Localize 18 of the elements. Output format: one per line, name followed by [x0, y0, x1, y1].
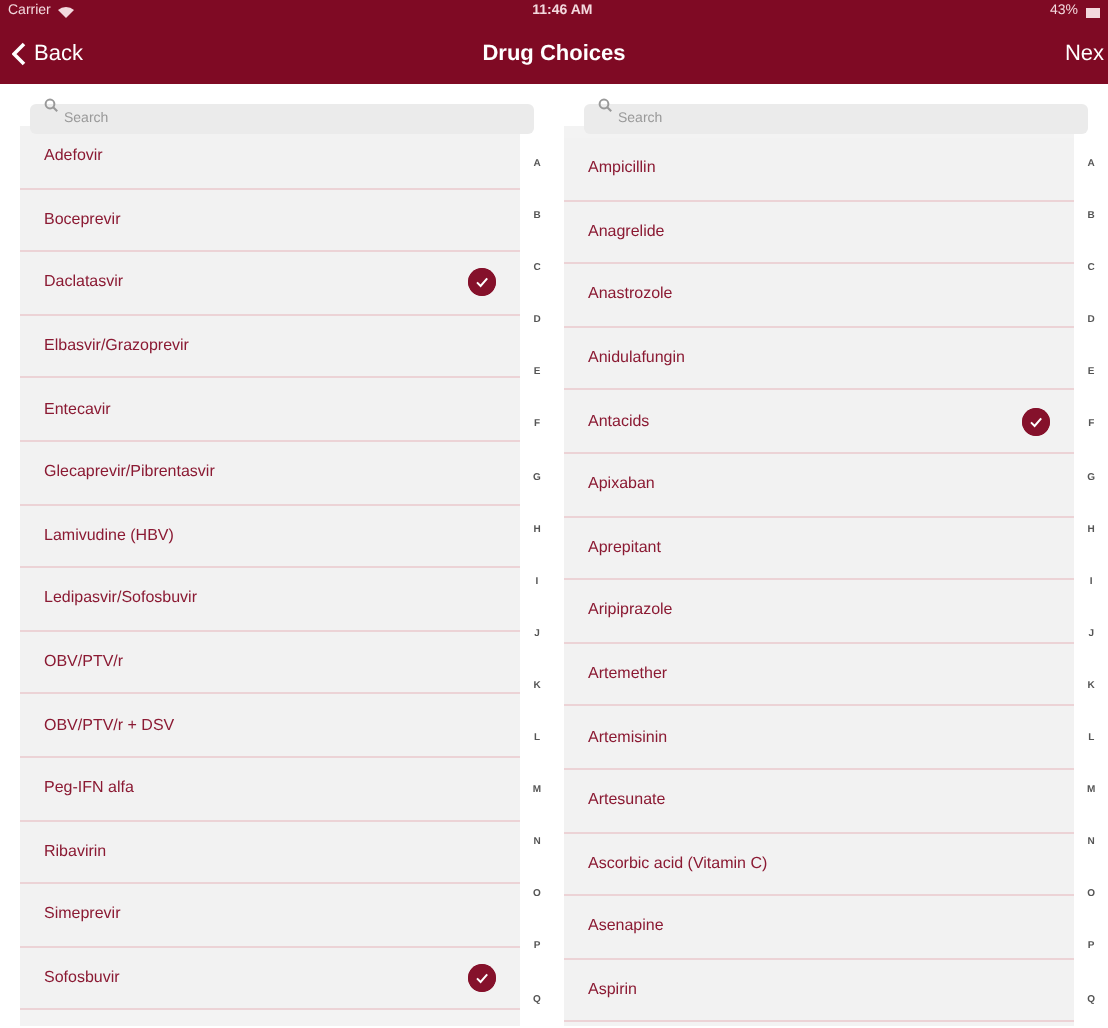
- drug-list-item[interactable]: Ribavirin: [20, 821, 520, 885]
- drug-list-item[interactable]: Sofosbuvir: [20, 947, 520, 1011]
- screen-title: Drug Choices: [482, 39, 626, 70]
- drug-list-item[interactable]: Lamivudine (HBV): [20, 505, 520, 569]
- wifi-icon: [58, 6, 75, 18]
- next-button[interactable]: Nex: [1052, 37, 1108, 71]
- drug-list-item[interactable]: Ascorbic acid (Vitamin C): [564, 833, 1075, 897]
- checkmark-icon: [468, 964, 496, 993]
- search-icon: [44, 98, 58, 112]
- drug-list-item[interactable]: Aprepitant: [564, 517, 1075, 581]
- battery-icon: [1086, 7, 1100, 17]
- search-icon: [598, 98, 612, 112]
- back-button[interactable]: Back: [0, 37, 95, 71]
- drug-list-item[interactable]: Anagrelide: [564, 201, 1075, 265]
- drug-list-item[interactable]: Aspirin: [564, 959, 1075, 1023]
- checkmark-icon: [1022, 407, 1051, 436]
- chevron-left-icon: [12, 42, 26, 66]
- checkmark-icon: [468, 268, 496, 297]
